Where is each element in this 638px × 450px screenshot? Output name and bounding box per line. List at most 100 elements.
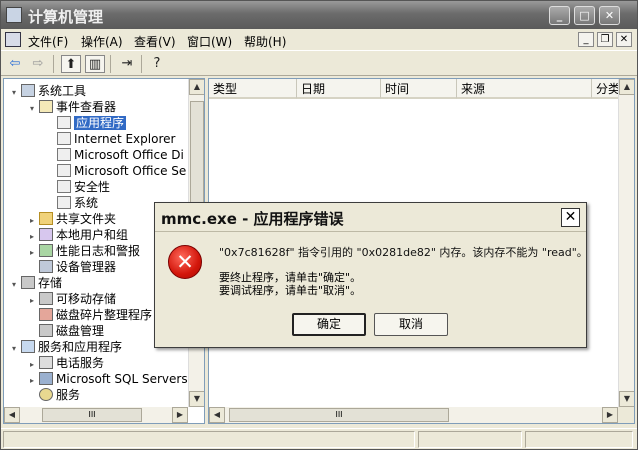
scroll-right-button[interactable]: ▶ xyxy=(172,407,188,423)
event-icon xyxy=(39,100,53,113)
ok-button[interactable]: 确定 xyxy=(292,313,366,336)
tree-item[interactable]: Internet Explorer xyxy=(48,131,175,147)
dialog-title-bar[interactable]: mmc.exe - 应用程序错误 ✕ xyxy=(155,203,586,232)
tree-item-label: 本地用户和组 xyxy=(56,228,129,242)
log-icon xyxy=(57,164,71,177)
tree-item-label: 应用程序 xyxy=(74,116,127,130)
tree-item[interactable]: ▸ Microsoft SQL Servers xyxy=(30,371,188,387)
console-icon[interactable] xyxy=(5,32,21,47)
scroll-thumb[interactable]: III xyxy=(229,408,449,422)
services-icon xyxy=(21,340,35,353)
tree-item[interactable]: 安全性 xyxy=(48,179,110,195)
error-icon: ✕ xyxy=(168,245,202,279)
child-restore-button[interactable]: ❐ xyxy=(597,32,613,47)
tree-item[interactable]: Microsoft Office Di xyxy=(48,147,184,163)
scroll-right-button[interactable]: ▶ xyxy=(602,407,618,423)
tree-item-label: 安全性 xyxy=(74,180,111,194)
scroll-left-button[interactable]: ◀ xyxy=(4,407,20,423)
dialog-title: mmc.exe - 应用程序错误 xyxy=(161,210,344,228)
cancel-button[interactable]: 取消 xyxy=(374,313,448,336)
tree-item-label: 系统 xyxy=(74,196,99,210)
folder-icon xyxy=(39,212,53,225)
tree-item[interactable]: ▸ 电话服务 xyxy=(30,355,104,371)
tree-item[interactable]: Microsoft Office Se xyxy=(48,163,186,179)
tree-item[interactable]: ▸ 本地用户和组 xyxy=(30,227,128,243)
collapse-icon[interactable]: ▾ xyxy=(12,277,21,293)
title-bar[interactable]: 计算机管理 _ □ ✕ xyxy=(1,1,637,29)
close-button[interactable]: ✕ xyxy=(599,6,620,25)
column-header-date[interactable]: 日期 xyxy=(297,79,381,99)
scroll-corner xyxy=(618,407,634,423)
menu-file[interactable]: 文件(F) xyxy=(28,33,68,50)
tree-horizontal-scrollbar[interactable]: ◀ III ▶ xyxy=(4,407,188,423)
column-header-source[interactable]: 来源 xyxy=(457,79,592,99)
child-minimize-button[interactable]: _ xyxy=(578,32,594,47)
tree-item-label: Microsoft Office Di xyxy=(74,148,184,162)
tree-item[interactable]: ▸ 性能日志和警报 xyxy=(30,243,140,259)
menu-view[interactable]: 查看(V) xyxy=(134,33,176,50)
log-icon xyxy=(57,132,71,145)
tree-item[interactable]: 服务 xyxy=(30,387,80,403)
help-icon[interactable]: ? xyxy=(147,55,167,73)
tree-item-label: 电话服务 xyxy=(56,356,105,370)
tree-item-label: Microsoft SQL Servers xyxy=(56,372,188,386)
disk-icon xyxy=(39,292,53,305)
tree-item[interactable]: 系统 xyxy=(48,195,98,211)
window-title: 计算机管理 xyxy=(28,8,104,26)
tree-item[interactable]: ▾ 系统工具 xyxy=(12,83,86,99)
perf-icon xyxy=(39,244,53,257)
computer-management-window: 计算机管理 _ □ ✕ 文件(F) 操作(A) 查看(V) 窗口(W) 帮助(H… xyxy=(0,0,638,450)
column-header-time[interactable]: 时间 xyxy=(381,79,457,99)
toolbar-separator xyxy=(110,55,111,73)
scroll-up-button[interactable]: ▲ xyxy=(189,79,204,95)
sql-icon xyxy=(39,372,53,385)
scroll-down-button[interactable]: ▼ xyxy=(189,391,204,407)
menu-window[interactable]: 窗口(W) xyxy=(187,33,232,50)
log-icon xyxy=(57,196,71,209)
tree-item[interactable]: 磁盘碎片整理程序 xyxy=(30,307,152,323)
back-arrow-icon[interactable]: ⇦ xyxy=(5,55,25,73)
dialog-close-button[interactable]: ✕ xyxy=(561,208,580,227)
collapse-icon[interactable]: ▾ xyxy=(30,101,39,117)
scroll-left-button[interactable]: ◀ xyxy=(209,407,225,423)
minimize-button[interactable]: _ xyxy=(549,6,570,25)
child-close-button[interactable]: ✕ xyxy=(616,32,632,47)
tree-item[interactable]: ▸ 共享文件夹 xyxy=(30,211,116,227)
show-hide-tree-icon[interactable]: ▥ xyxy=(85,55,105,73)
export-list-icon[interactable]: ⇥ xyxy=(117,55,137,73)
tree-item-label: Internet Explorer xyxy=(74,132,176,146)
disk-icon xyxy=(39,324,53,337)
device-icon xyxy=(39,260,53,273)
tree-item-label: 性能日志和警报 xyxy=(56,244,141,258)
status-cell xyxy=(525,431,633,448)
column-header-type[interactable]: 类型 xyxy=(209,79,297,99)
status-cell-main xyxy=(3,431,415,448)
up-level-icon[interactable]: ⬆ xyxy=(61,55,81,73)
tree-item[interactable]: ▾ 存储 xyxy=(12,275,62,291)
forward-arrow-icon[interactable]: ⇨ xyxy=(28,55,48,73)
list-horizontal-scrollbar[interactable]: ◀ III ▶ xyxy=(209,407,618,423)
tree-item-label: Microsoft Office Se xyxy=(74,164,187,178)
phone-icon xyxy=(39,356,53,369)
scroll-thumb[interactable]: III xyxy=(42,408,142,422)
tree-item[interactable]: ▾ 事件查看器 xyxy=(30,99,116,115)
tree-item[interactable]: ▾ 服务和应用程序 xyxy=(12,339,122,355)
collapse-icon[interactable]: ▾ xyxy=(12,341,21,357)
tree-item-label: 服务和应用程序 xyxy=(38,340,123,354)
list-vertical-scrollbar[interactable]: ▲ ▼ xyxy=(618,79,634,407)
menu-help[interactable]: 帮助(H) xyxy=(244,33,286,50)
tree-item-label: 存储 xyxy=(38,276,63,290)
tree-item[interactable]: 磁盘管理 xyxy=(30,323,104,339)
tree-item[interactable]: 应用程序 xyxy=(48,115,127,131)
menu-action[interactable]: 操作(A) xyxy=(81,33,123,50)
scroll-down-button[interactable]: ▼ xyxy=(619,391,634,407)
users-icon xyxy=(39,228,53,241)
gear-icon xyxy=(39,388,53,401)
tree-item[interactable]: ▸ 可移动存储 xyxy=(30,291,116,307)
tree-item-label: 磁盘管理 xyxy=(56,324,105,338)
scroll-up-button[interactable]: ▲ xyxy=(619,79,634,95)
maximize-button[interactable]: □ xyxy=(574,6,595,25)
collapse-icon[interactable]: ▾ xyxy=(12,85,21,101)
disk-icon xyxy=(21,276,35,289)
tree-item[interactable]: 设备管理器 xyxy=(30,259,116,275)
